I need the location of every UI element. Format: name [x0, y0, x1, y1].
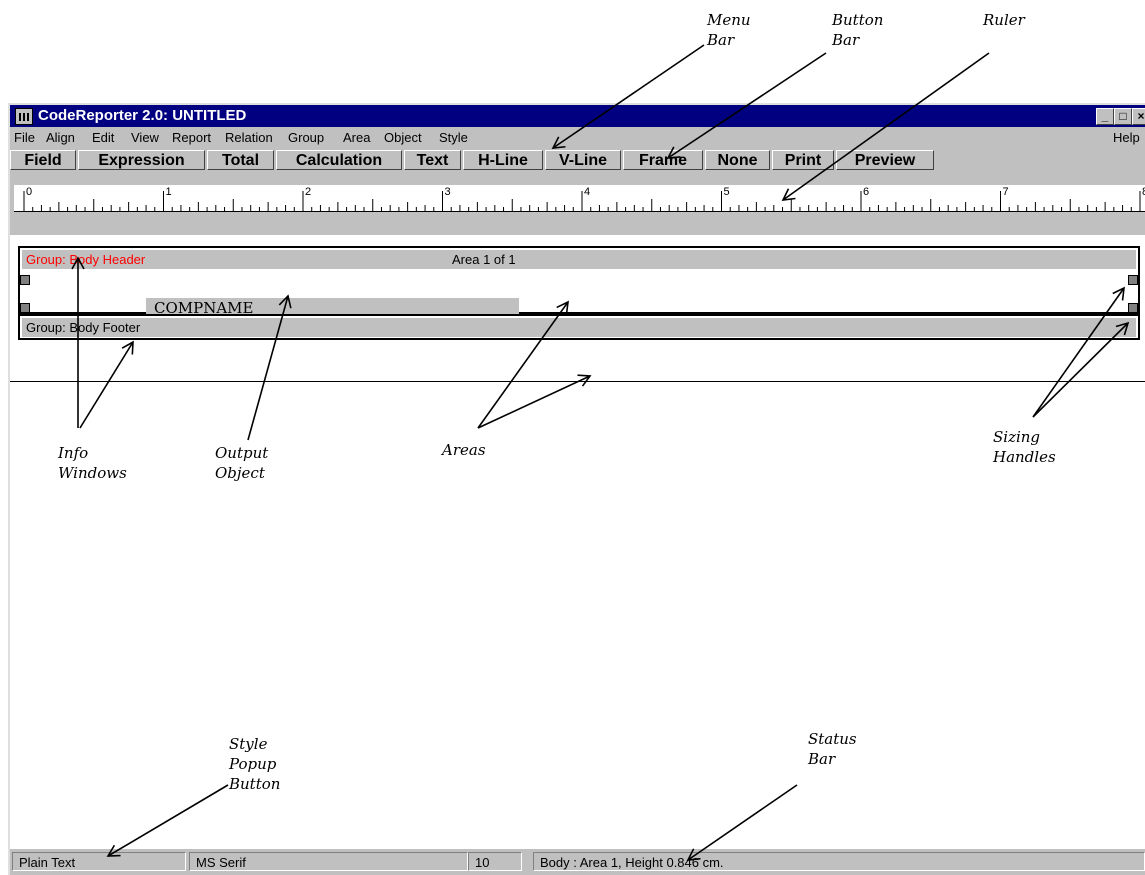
callout-ruler: Ruler	[983, 11, 1025, 29]
ruler[interactable]: 012345678	[10, 173, 1145, 235]
ruler-label: 5	[724, 186, 730, 198]
menu-style[interactable]: Style	[439, 130, 468, 145]
callout-menu-bar: Menu Bar	[707, 11, 751, 49]
field-button[interactable]: Field	[10, 150, 76, 170]
v-line-button[interactable]: V-Line	[545, 150, 621, 170]
font-name-field[interactable]: MS Serif	[189, 852, 468, 871]
ruler-label: 0	[26, 186, 32, 198]
menu-edit[interactable]: Edit	[92, 130, 114, 145]
minimize-button[interactable]: _	[1096, 108, 1114, 125]
callout-areas: Areas	[442, 441, 486, 459]
header-info-window: Group: Body Header Area 1 of 1	[22, 250, 1136, 269]
body-footer-area[interactable]: Group: Body Footer	[18, 314, 1140, 340]
header-group-label: Group: Body Header	[26, 252, 146, 267]
menu-object[interactable]: Object	[384, 130, 422, 145]
none-button[interactable]: None	[705, 150, 770, 170]
frame-button[interactable]: Frame	[623, 150, 703, 170]
status-bar: Plain Text MS Serif 10 Body : Area 1, He…	[10, 849, 1145, 875]
menu-relation[interactable]: Relation	[225, 130, 273, 145]
footer-info-window: Group: Body Footer	[22, 318, 1136, 337]
window-title: CodeReporter 2.0: UNTITLED	[38, 107, 247, 124]
ruler-label: 1	[166, 186, 172, 198]
menu-area[interactable]: Area	[343, 130, 370, 145]
style-popup-button[interactable]: Plain Text	[12, 852, 186, 871]
button-bar: Field Expression Total Calculation Text …	[10, 149, 1145, 173]
callout-info-windows: Info Windows	[58, 444, 127, 482]
area-count-label: Area 1 of 1	[452, 252, 516, 267]
menu-bar: File Align Edit View Report Relation Gro…	[10, 127, 1145, 149]
ruler-label: 3	[445, 186, 451, 198]
ruler-label: 2	[305, 186, 311, 198]
preview-button[interactable]: Preview	[836, 150, 934, 170]
h-line-button[interactable]: H-Line	[463, 150, 543, 170]
callout-sizing-handles: Sizing Handles	[993, 428, 1056, 466]
right-sizing-handle-bottom[interactable]	[1128, 303, 1138, 313]
menu-group[interactable]: Group	[288, 130, 324, 145]
print-button[interactable]: Print	[772, 150, 834, 170]
body-header-area[interactable]: Group: Body Header Area 1 of 1 COMPNAME	[18, 246, 1140, 319]
left-sizing-handle-top[interactable]	[20, 275, 30, 285]
calculation-button[interactable]: Calculation	[276, 150, 402, 170]
close-button[interactable]: ×	[1132, 108, 1145, 125]
callout-style-popup: Style Popup Button	[229, 735, 281, 793]
menu-report[interactable]: Report	[172, 130, 211, 145]
menu-file[interactable]: File	[14, 130, 35, 145]
ruler-label: 4	[584, 186, 590, 198]
ruler-label: 7	[1003, 186, 1009, 198]
left-sizing-handle-bottom[interactable]	[20, 303, 30, 313]
callout-output-object: Output Object	[215, 444, 269, 482]
app-icon[interactable]	[15, 108, 33, 125]
menu-align[interactable]: Align	[46, 130, 75, 145]
maximize-button[interactable]: □	[1114, 108, 1132, 125]
callout-status-bar: Status Bar	[808, 730, 857, 768]
expression-button[interactable]: Expression	[78, 150, 205, 170]
menu-help[interactable]: Help	[1113, 130, 1140, 145]
title-bar[interactable]: CodeReporter 2.0: UNTITLED _ □ ×	[10, 105, 1145, 127]
right-sizing-handle-top[interactable]	[1128, 275, 1138, 285]
status-info-field: Body : Area 1, Height 0.846 cm.	[533, 852, 1145, 871]
footer-group-label: Group: Body Footer	[26, 320, 141, 335]
ruler-scale: 012345678	[14, 185, 1145, 212]
text-button[interactable]: Text	[404, 150, 461, 170]
report-workspace[interactable]: Group: Body Header Area 1 of 1 COMPNAME …	[10, 235, 1145, 843]
menu-view[interactable]: View	[131, 130, 159, 145]
font-size-field[interactable]: 10	[468, 852, 522, 871]
app-window: CodeReporter 2.0: UNTITLED _ □ × File Al…	[8, 103, 1145, 875]
callout-button-bar: Button Bar	[832, 11, 884, 49]
total-button[interactable]: Total	[207, 150, 274, 170]
ruler-label: 6	[863, 186, 869, 198]
area-divider	[10, 381, 1145, 382]
ruler-ticks: 012345678	[23, 186, 1145, 211]
